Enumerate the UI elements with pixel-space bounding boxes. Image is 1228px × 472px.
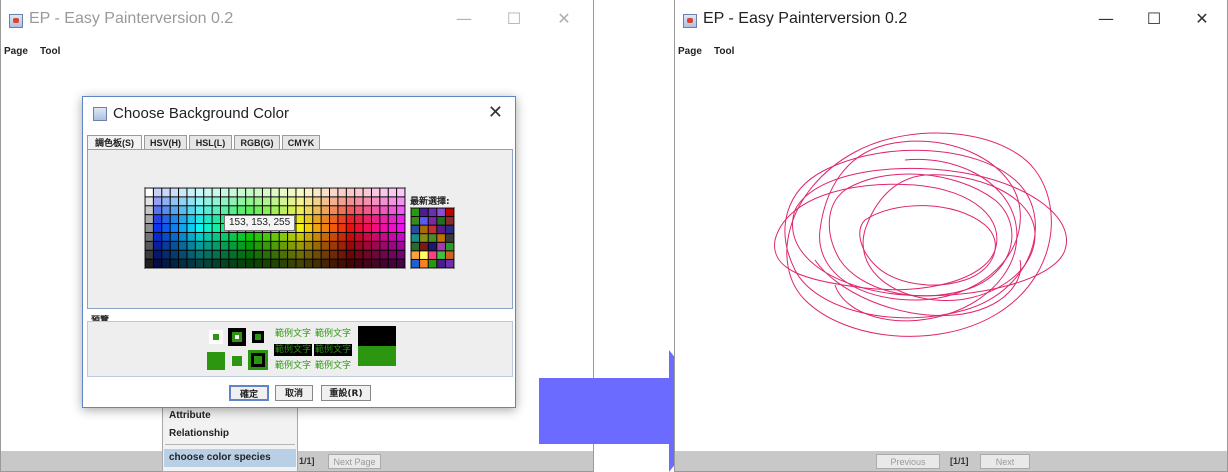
sample-text-3: 範例文字 <box>274 344 313 356</box>
minimize-icon[interactable]: — <box>449 8 479 30</box>
java-app-icon <box>9 14 23 28</box>
cancel-button[interactable]: 取消 <box>275 385 313 401</box>
preview-green-block <box>358 346 396 366</box>
menu-tool[interactable]: Tool <box>40 43 60 61</box>
popup-item-relationship[interactable]: Relationship <box>169 428 229 439</box>
page-indicator: [1/1] <box>950 456 969 466</box>
reset-button[interactable]: 重設(R) <box>321 385 371 401</box>
right-status-bar: Previous Page [1/1] Next Page <box>675 451 1227 471</box>
freehand-scribble <box>774 132 1067 337</box>
dialog-title: Choose Background Color <box>113 105 289 122</box>
swatch-panel: 最新選擇: 153, 153, 255 <box>87 149 513 309</box>
dialog-java-icon <box>93 107 107 121</box>
menu-page[interactable]: Page <box>678 43 702 61</box>
menu-tool[interactable]: Tool <box>714 43 734 61</box>
left-title-bar[interactable]: EP - Easy Painterversion 0.2 — ☐ ✕ <box>1 0 593 38</box>
preview-swatches <box>207 328 268 370</box>
drawing-canvas[interactable] <box>675 60 1228 445</box>
popup-separator <box>165 444 295 445</box>
right-title-bar[interactable]: EP - Easy Painterversion 0.2 — ☐ ✕ <box>675 0 1227 38</box>
left-menu-bar: Page Tool <box>1 39 593 57</box>
popup-item-choose-color-species[interactable]: choose color species <box>169 452 271 463</box>
close-icon[interactable]: ✕ <box>1187 8 1217 30</box>
left-window-title: EP - Easy Painterversion 0.2 <box>29 10 234 27</box>
right-app-window: EP - Easy Painterversion 0.2 — ☐ ✕ Page … <box>674 0 1228 472</box>
minimize-icon[interactable]: — <box>1091 8 1121 30</box>
tab-hsv[interactable]: HSV(H) <box>144 135 187 149</box>
sample-text-6: 範例文字 <box>315 361 352 371</box>
popup-item-attribute[interactable]: Attribute <box>169 410 211 421</box>
recent-color-grid[interactable] <box>410 207 455 269</box>
recent-colors-label: 最新選擇: <box>410 197 450 207</box>
close-icon[interactable]: ✕ <box>549 8 579 30</box>
right-menu-bar: Page Tool <box>675 39 1227 57</box>
sample-text-4: 範例文字 <box>314 344 353 356</box>
sample-text-1: 範例文字 <box>275 329 312 339</box>
sample-text-5: 範例文字 <box>275 361 312 371</box>
preview-panel: 範例文字 範例文字 範例文字 範例文字 範例文字 範例文字 <box>87 321 513 377</box>
menu-page[interactable]: Page <box>4 43 28 61</box>
ok-button[interactable]: 確定 <box>229 385 269 401</box>
tab-rgb[interactable]: RGB(G) <box>234 135 280 149</box>
maximize-icon[interactable]: ☐ <box>1139 8 1169 30</box>
tab-swatches[interactable]: 調色板(S) <box>87 135 142 150</box>
dialog-close-icon[interactable]: ✕ <box>488 102 503 123</box>
next-page-button[interactable]: Next Page <box>328 454 381 469</box>
previous-page-button[interactable]: Previous Page <box>876 454 940 469</box>
sample-text-2: 範例文字 <box>315 329 352 339</box>
java-app-icon <box>683 14 697 28</box>
maximize-icon[interactable]: ☐ <box>499 8 529 30</box>
preview-black-block <box>358 326 396 346</box>
right-window-title: EP - Easy Painterversion 0.2 <box>703 10 908 27</box>
next-page-button[interactable]: Next Page <box>980 454 1030 469</box>
context-popup-menu: Attribute Relationship choose color spec… <box>162 406 298 472</box>
choose-color-dialog: Choose Background Color ✕ 調色板(S) HSV(H) … <box>82 96 516 408</box>
page-indicator: 1/1] <box>299 456 315 466</box>
tab-hsl[interactable]: HSL(L) <box>189 135 232 149</box>
color-tooltip: 153, 153, 255 <box>224 215 296 231</box>
tab-cmyk[interactable]: CMYK <box>282 135 320 149</box>
